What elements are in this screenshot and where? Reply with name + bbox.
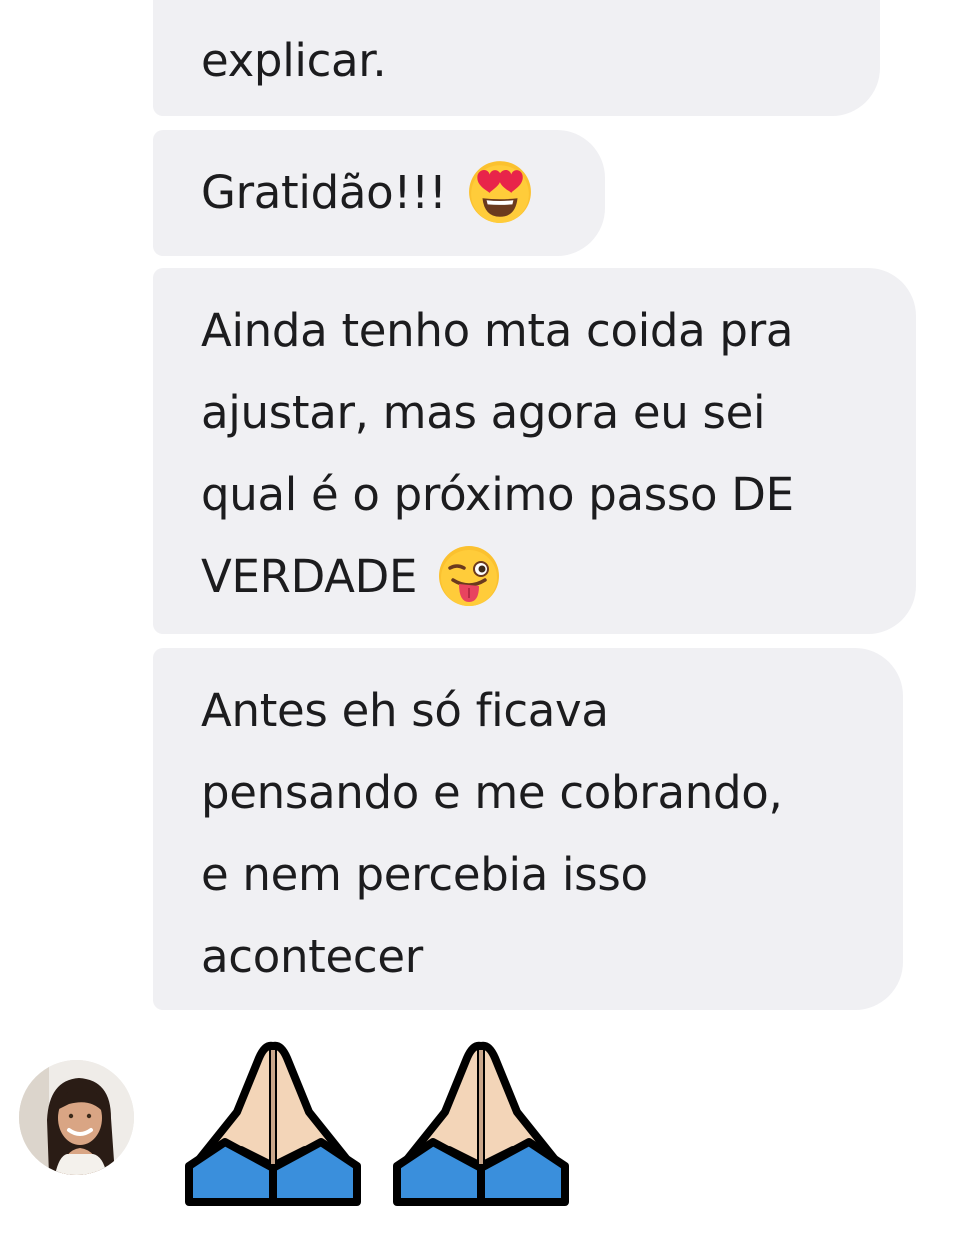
message-text: pensando e me cobrando, [201,766,783,819]
winking-tongue-emoji-icon [439,546,500,606]
message-text: Gratidão!!! [201,152,565,234]
avatar-photo-icon [19,1060,134,1175]
message-text: Antes eh só ficava [201,684,609,737]
message-text: Ainda tenho mta coida pra [201,304,794,357]
message-text: ajustar, mas agora eu sei [201,386,766,439]
message-thread: explicar. Gratidão!!! Ainda tenho mta co… [0,0,978,1237]
message-text-content: VERDADE [201,550,418,603]
heart-eyes-emoji-icon [468,161,531,223]
message-bubble[interactable]: Ainda tenho mta coida pra ajustar, mas a… [153,268,916,634]
message-text: explicar. [201,34,387,87]
message-text: VERDADE [201,536,876,618]
message-text: acontecer [201,930,423,983]
message-text: qual é o próximo passo DE [201,468,794,521]
message-bubble[interactable]: Antes eh só ficava pensando e me cobrand… [153,648,903,1010]
sender-avatar[interactable] [19,1060,134,1175]
message-bubble[interactable]: Gratidão!!! [153,130,605,256]
folded-hands-emoji-icon [393,1041,569,1206]
message-bubble[interactable]: explicar. [153,0,880,116]
folded-hands-emoji-icon [185,1041,361,1206]
message-text-content: Gratidão!!! [201,166,447,219]
message-text: e nem percebia isso [201,848,648,901]
